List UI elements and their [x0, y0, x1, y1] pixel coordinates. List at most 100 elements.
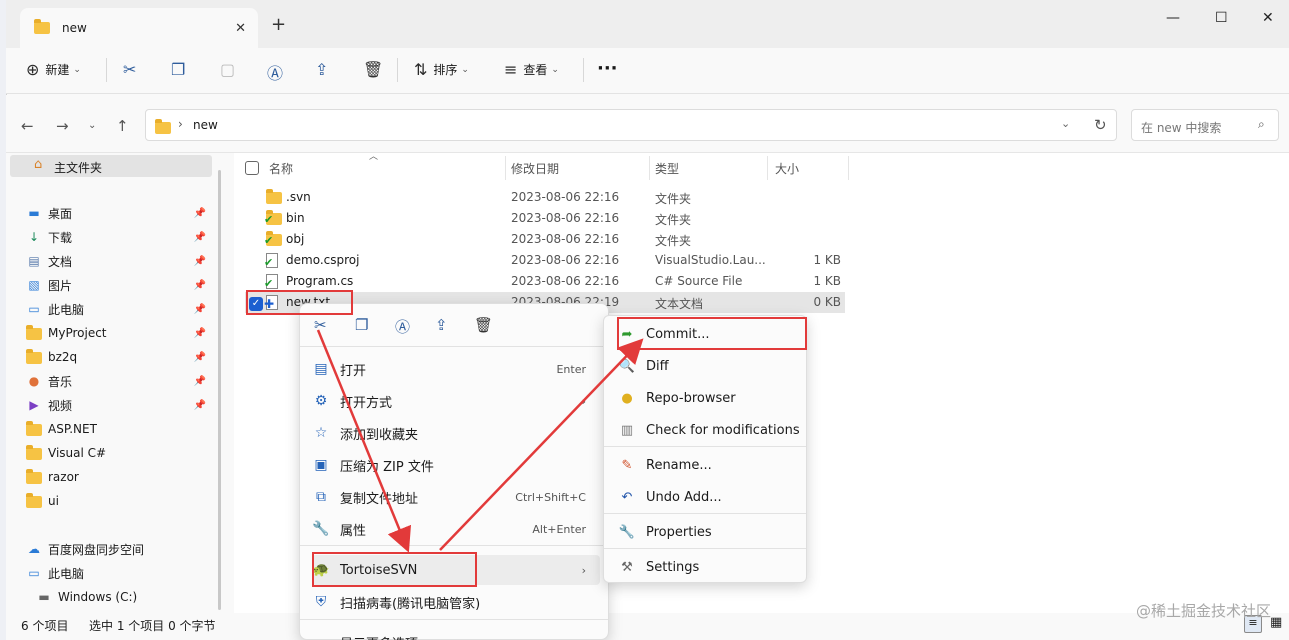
- svn-menu-item[interactable]: ↶ Undo Add...: [618, 483, 804, 511]
- minimize-button[interactable]: —: [1166, 10, 1180, 26]
- share-icon[interactable]: ⇪: [315, 60, 328, 79]
- context-menu-item[interactable]: 🔧 属性 Alt+Enter: [312, 514, 600, 544]
- copy-icon[interactable]: ❐: [355, 316, 368, 334]
- sidebar-item-label: 桌面: [48, 206, 73, 221]
- delete-icon[interactable]: 🗑: [363, 60, 383, 79]
- file-row[interactable]: ✔ bin 2023-08-06 22:16 文件夹: [262, 208, 845, 229]
- close-window-button[interactable]: ✕: [1262, 10, 1274, 26]
- sidebar-item[interactable]: ▭ 此电脑: [26, 562, 206, 584]
- sidebar-item[interactable]: ▬ Windows (C:): [36, 586, 216, 608]
- sidebar-item[interactable]: ▤ 文档 📌: [26, 250, 206, 272]
- sidebar-item[interactable]: MyProject 📌: [26, 322, 206, 344]
- open-icon: ▤: [314, 361, 328, 377]
- file-row[interactable]: .svn 2023-08-06 22:16 文件夹: [262, 187, 845, 208]
- context-menu-item[interactable]: ⛨ 扫描病毒(腾讯电脑管家): [312, 587, 600, 617]
- row-checkbox[interactable]: ✓: [249, 295, 263, 311]
- sidebar-item-label: 文档: [48, 254, 73, 269]
- svn-menu-item[interactable]: ⚒ Settings: [618, 553, 804, 581]
- search-icon[interactable]: ⌕: [1258, 117, 1265, 132]
- file-type: 文件夹: [655, 213, 692, 227]
- column-size[interactable]: 大小: [775, 160, 799, 177]
- cut-icon[interactable]: ✂: [123, 60, 136, 79]
- svn-menu-item[interactable]: ● Repo-browser: [618, 384, 804, 412]
- maximize-button[interactable]: ☐: [1215, 10, 1228, 26]
- column-date[interactable]: 修改日期: [511, 160, 559, 177]
- view-button[interactable]: ≡ 查看 ⌄: [504, 60, 559, 79]
- sidebar-item[interactable]: ↓ 下载 📌: [26, 226, 206, 248]
- context-menu-item[interactable]: 🐢 TortoiseSVN ›: [312, 555, 600, 585]
- context-menu-item[interactable]: ⋯ 显示更多选项: [312, 627, 600, 640]
- sidebar-item[interactable]: ui: [26, 490, 206, 512]
- address-bar[interactable]: › new ⌄: [145, 109, 1117, 141]
- up-icon[interactable]: ↑: [116, 117, 129, 135]
- recent-chevron-icon[interactable]: ⌄: [88, 120, 96, 131]
- more-button[interactable]: ···: [597, 58, 618, 79]
- sidebar-item[interactable]: ● 音乐 📌: [26, 370, 206, 392]
- forward-icon[interactable]: →: [56, 117, 69, 135]
- sidebar-item-label: 此电脑: [48, 566, 85, 581]
- sidebar-item-label: 主文件夹: [54, 161, 103, 175]
- share-icon[interactable]: ⇪: [435, 316, 448, 334]
- close-tab-icon[interactable]: ✕: [235, 21, 246, 36]
- tiles-view-icon[interactable]: ▦: [1270, 615, 1282, 630]
- rename-icon[interactable]: Ⓐ: [267, 60, 283, 84]
- chevron-down-icon[interactable]: ⌄: [1061, 117, 1070, 130]
- sidebar-item-label: ASP.NET: [48, 422, 97, 436]
- svn-menu-item[interactable]: ✎ Rename...: [618, 451, 804, 479]
- copy-icon[interactable]: ❐: [171, 60, 185, 79]
- column-divider[interactable]: [848, 156, 849, 180]
- search-box[interactable]: 在 new 中搜索 ⌕: [1131, 109, 1279, 141]
- tab-new[interactable]: new ✕: [20, 8, 258, 48]
- tab-title: new: [62, 21, 87, 35]
- cut-icon[interactable]: ✂: [314, 316, 327, 334]
- pin-icon: 📌: [193, 399, 206, 411]
- sidebar-item[interactable]: ▧ 图片 📌: [26, 274, 206, 296]
- paste-icon[interactable]: ▢: [220, 60, 235, 79]
- column-divider[interactable]: [649, 156, 650, 180]
- context-menu-item[interactable]: ⚙ 打开方式 ›: [312, 386, 600, 416]
- context-menu-item[interactable]: ▤ 打开 Enter: [312, 354, 600, 384]
- folder-icon: [26, 324, 42, 340]
- sidebar-item[interactable]: ▶ 视频 📌: [26, 394, 206, 416]
- music-icon: ●: [28, 374, 40, 388]
- context-menu-item[interactable]: ☆ 添加到收藏夹: [312, 418, 600, 448]
- svn-menu-item[interactable]: 🔧 Properties: [618, 518, 804, 546]
- back-icon[interactable]: ←: [21, 117, 34, 135]
- sidebar-item[interactable]: ☁ 百度网盘同步空间: [26, 538, 206, 560]
- svn-menu-item[interactable]: 🔍 Diff: [618, 352, 804, 380]
- file-row[interactable]: ✔ demo.csproj 2023-08-06 22:16 VisualStudio…: [262, 250, 845, 271]
- sidebar-item[interactable]: ASP.NET: [26, 418, 206, 440]
- star-icon: ☆: [314, 425, 328, 441]
- svn-added-icon: ✚: [264, 295, 278, 313]
- context-menu-item[interactable]: ⧉ 复制文件地址 Ctrl+Shift+C: [312, 482, 600, 512]
- breadcrumb-folder[interactable]: new: [193, 118, 218, 132]
- select-all-checkbox[interactable]: [245, 161, 259, 178]
- refresh-icon[interactable]: ↻: [1094, 116, 1107, 134]
- svn-menu-item[interactable]: ➦ Commit...: [618, 320, 804, 348]
- new-label: 新建: [45, 63, 70, 77]
- sidebar-item[interactable]: ▬ 桌面 📌: [26, 202, 206, 224]
- new-tab-button[interactable]: +: [271, 14, 286, 35]
- sort-button[interactable]: ⇅ 排序 ⌄: [414, 60, 469, 79]
- column-divider[interactable]: [767, 156, 768, 180]
- sidebar-item[interactable]: ▭ 此电脑 📌: [26, 298, 206, 320]
- sidebar-item[interactable]: bz2q 📌: [26, 346, 206, 368]
- file-type: C# Source File: [655, 274, 743, 288]
- column-name[interactable]: 名称: [269, 160, 293, 177]
- context-menu-item[interactable]: ▣ 压缩为 ZIP 文件: [312, 450, 600, 480]
- search-input[interactable]: 在 new 中搜索: [1141, 119, 1221, 136]
- svn-menu-item[interactable]: ▥ Check for modifications: [618, 416, 804, 444]
- file-row[interactable]: ✔ obj 2023-08-06 22:16 文件夹: [262, 229, 845, 250]
- divider: [583, 58, 584, 82]
- pin-icon: 📌: [193, 327, 206, 339]
- file-row[interactable]: ✔ Program.cs 2023-08-06 22:16 C# Source Fil…: [262, 271, 845, 292]
- new-button[interactable]: ⊕ 新建 ⌄: [26, 60, 81, 79]
- sidebar-scrollbar[interactable]: [218, 170, 221, 610]
- rename-icon[interactable]: Ⓐ: [395, 316, 410, 337]
- column-type[interactable]: 类型: [655, 160, 679, 177]
- sidebar-item[interactable]: Visual C#: [26, 442, 206, 464]
- column-divider[interactable]: [505, 156, 506, 180]
- delete-icon[interactable]: 🗑: [474, 316, 493, 334]
- sidebar-item-home[interactable]: ⌂ 主文件夹: [10, 155, 212, 177]
- sidebar-item[interactable]: razor: [26, 466, 206, 488]
